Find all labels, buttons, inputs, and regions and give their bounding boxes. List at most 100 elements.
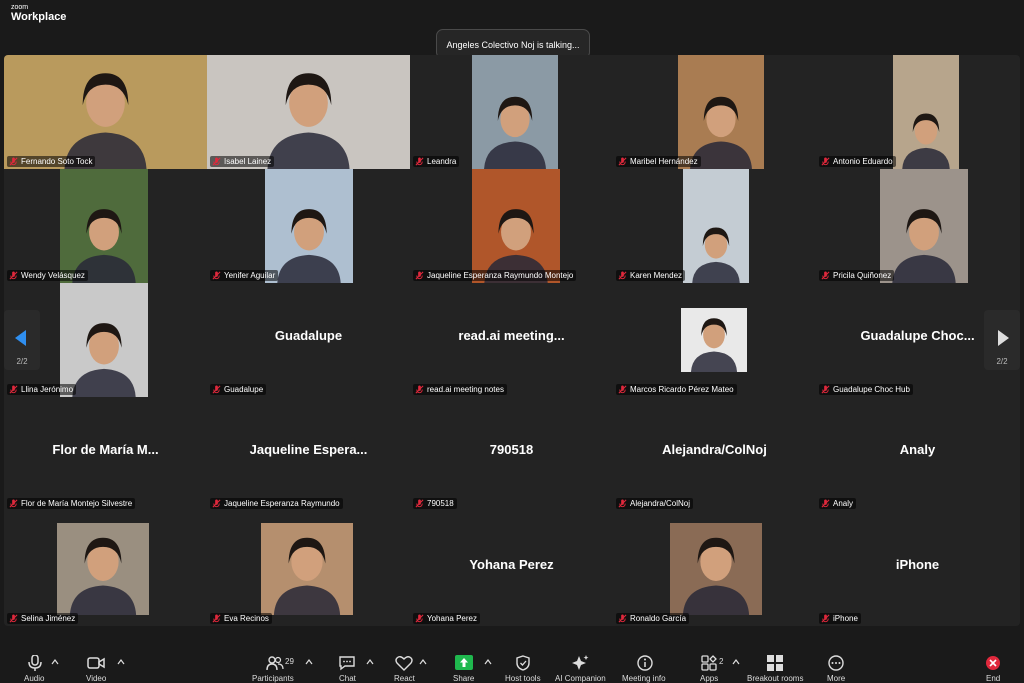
participant-name-text: Alejandra/ColNoj (630, 499, 691, 508)
participant-display-name: Alejandra/ColNoj (662, 442, 767, 457)
participant-name-text: iPhone (833, 614, 858, 623)
person-silhouette-icon (72, 209, 136, 283)
apps-button[interactable]: 2 Apps (698, 648, 728, 683)
audio-options-chevron-icon[interactable] (51, 659, 59, 665)
participants-count: 29 (285, 657, 294, 666)
person-silhouette-icon (72, 323, 136, 397)
info-icon (637, 655, 653, 671)
participant-tile[interactable]: Alejandra/ColNoj Alejandra/ColNoj (613, 397, 816, 511)
share-options-chevron-icon[interactable] (484, 659, 492, 665)
muted-microphone-icon (821, 385, 830, 394)
share-screen-icon (455, 655, 473, 670)
muted-microphone-icon (212, 385, 221, 394)
more-label: More (827, 674, 846, 683)
breakout-rooms-button[interactable]: Breakout rooms (746, 648, 804, 683)
participant-name-label: Ronaldo García (616, 613, 690, 624)
participant-tile[interactable]: read.ai meeting... read.ai meeting notes (410, 283, 613, 397)
participant-name-label: Pricila Quiñonez (819, 270, 895, 281)
participant-name-label: 790518 (413, 498, 457, 509)
participant-tile[interactable]: Ronaldo García (613, 512, 816, 626)
muted-microphone-icon (9, 271, 18, 280)
participant-name-label: Flor de María Montejo Silvestre (7, 498, 136, 509)
participant-video (60, 169, 148, 283)
participant-tile[interactable]: 790518 790518 (410, 397, 613, 511)
participant-tile[interactable]: Yohana Perez Yohana Perez (410, 512, 613, 626)
page-indicator-left: 2/2 (16, 357, 28, 366)
chat-options-chevron-icon[interactable] (366, 659, 374, 665)
participant-name-label: Isabel Lainez (210, 156, 275, 167)
participant-tile[interactable]: Fernando Soto Tock (4, 55, 207, 169)
apps-options-chevron-icon[interactable] (732, 659, 740, 665)
next-page-button[interactable]: 2/2 (984, 310, 1020, 370)
participant-name-label: Yohana Perez (413, 613, 480, 624)
participants-options-chevron-icon[interactable] (305, 659, 313, 665)
participant-tile[interactable]: Yenifer Aguilar (207, 169, 410, 283)
participant-name-text: Guadalupe Choc Hub (833, 385, 910, 394)
participant-tile[interactable]: Eva Recinos (207, 512, 410, 626)
react-label: React (394, 674, 415, 683)
muted-microphone-icon (618, 385, 627, 394)
muted-microphone-icon (618, 157, 627, 166)
person-silhouette-icon (69, 537, 137, 615)
previous-page-button[interactable]: 2/2 (4, 310, 40, 370)
participant-video (678, 55, 764, 169)
participant-tile[interactable]: Jaqueline Espera... Jaqueline Esperanza R… (207, 397, 410, 511)
arrow-right-icon (998, 330, 1009, 346)
video-button[interactable]: Video (84, 648, 114, 683)
participant-name-label: Fernando Soto Tock (7, 156, 96, 167)
ai-companion-label: AI Companion (555, 674, 606, 683)
participants-button[interactable]: 29 Participants (252, 648, 300, 683)
participant-tile[interactable]: Wendy Velásquez (4, 169, 207, 283)
participant-tile[interactable]: Antonio Eduardo (816, 55, 1019, 169)
participant-tile[interactable]: Maribel Hernández (613, 55, 816, 169)
participant-tile[interactable]: Guadalupe Guadalupe (207, 283, 410, 397)
video-options-chevron-icon[interactable] (117, 659, 125, 665)
chat-label: Chat (339, 674, 356, 683)
participant-name-label: Karen Mendez (616, 270, 686, 281)
participant-name-text: read.ai meeting notes (427, 385, 504, 394)
participant-name-text: 790518 (427, 499, 454, 508)
participant-name-label: Yenifer Aguilar (210, 270, 279, 281)
react-options-chevron-icon[interactable] (419, 659, 427, 665)
participant-tile[interactable]: Karen Mendez (613, 169, 816, 283)
participant-tile[interactable]: Flor de María M... Flor de María Montejo … (4, 397, 207, 511)
participant-tile[interactable]: Isabel Lainez (207, 55, 410, 169)
participant-tile[interactable]: Pricila Quiñonez (816, 169, 1019, 283)
muted-microphone-icon (212, 271, 221, 280)
participant-video (4, 55, 207, 169)
meeting-info-label: Meeting info (622, 674, 666, 683)
participant-name-label: Jaqueline Esperanza Raymundo (210, 498, 343, 509)
muted-microphone-icon (821, 271, 830, 280)
camera-icon (87, 657, 105, 669)
share-button[interactable]: Share (450, 648, 478, 683)
chat-button[interactable]: Chat (336, 648, 360, 683)
participant-tile[interactable]: Analy Analy (816, 397, 1019, 511)
participant-name-label: Guadalupe Choc Hub (819, 384, 913, 395)
top-bar: zoom Workplace (0, 0, 1024, 30)
ai-companion-button[interactable]: AI Companion (554, 648, 608, 683)
participant-display-name: Yohana Perez (469, 557, 554, 572)
muted-microphone-icon (415, 385, 424, 394)
react-button[interactable]: React (392, 648, 418, 683)
participant-tile[interactable]: Selina Jiménez (4, 512, 207, 626)
microphone-icon (28, 655, 42, 671)
meeting-info-button[interactable]: Meeting info (622, 648, 668, 683)
participant-video (683, 169, 749, 283)
participant-name-text: Yenifer Aguilar (224, 271, 276, 280)
gallery-grid: Fernando Soto Tock Isabel Lainez Leandra Ma… (4, 55, 1020, 626)
participant-tile[interactable]: Leandra (410, 55, 613, 169)
participant-tile[interactable]: iPhone iPhone (816, 512, 1019, 626)
participant-display-name: Guadalupe (274, 328, 343, 343)
participant-name-label: Maribel Hernández (616, 156, 701, 167)
participant-tile[interactable]: Marcos Ricardo Pérez Mateo (613, 283, 816, 397)
participant-tile[interactable]: Jaqueline Esperanza Raymundo Montejo (410, 169, 613, 283)
participant-name-label: Wendy Velásquez (7, 270, 88, 281)
breakout-rooms-label: Breakout rooms (747, 674, 804, 683)
more-button[interactable]: More (824, 648, 850, 683)
apps-icon (701, 655, 717, 671)
person-silhouette-icon (690, 318, 738, 372)
muted-microphone-icon (618, 271, 627, 280)
participant-name-label: read.ai meeting notes (413, 384, 507, 395)
end-meeting-button[interactable]: End (980, 648, 1006, 683)
host-tools-button[interactable]: Host tools (504, 648, 544, 683)
